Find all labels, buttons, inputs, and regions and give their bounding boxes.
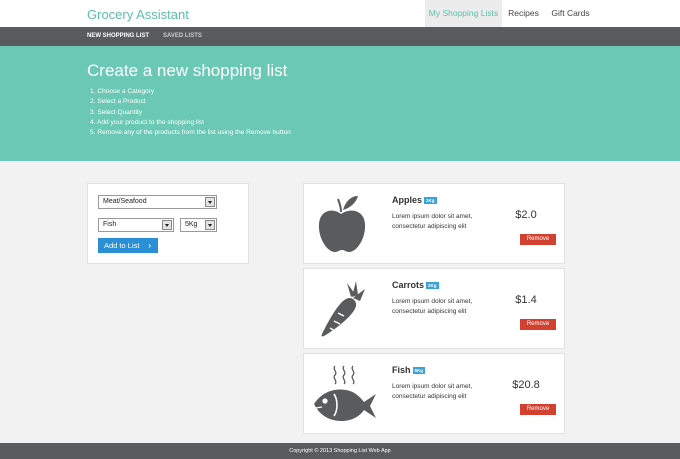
- instructions-list: 1. Choose a Category 2. Select a Product…: [90, 87, 291, 138]
- quantity-badge: 2Kg: [426, 282, 439, 289]
- add-to-list-label: Add to List: [104, 241, 140, 250]
- product-name: Carrots 2Kg: [392, 280, 439, 290]
- remove-button[interactable]: Remove: [520, 319, 556, 330]
- product-price: $20.8: [512, 379, 540, 391]
- nav-my-shopping-lists[interactable]: My Shopping Lists: [425, 0, 502, 27]
- nav-recipes[interactable]: Recipes: [505, 0, 542, 27]
- chevron-down-icon: [205, 220, 215, 230]
- chevron-down-icon: [205, 197, 215, 207]
- category-select-value: Meat/Seafood: [103, 198, 147, 205]
- hero-banner: Create a new shopping list 1. Choose a C…: [0, 46, 680, 161]
- instruction-step: 5. Remove any of the products from the l…: [90, 129, 291, 137]
- top-navbar: Grocery Assistant My Shopping Lists Reci…: [0, 0, 680, 27]
- category-select[interactable]: Meat/Seafood: [98, 195, 217, 209]
- add-to-list-button[interactable]: Add to List ›: [98, 238, 158, 253]
- tab-new-shopping-list[interactable]: NEW SHOPPING LIST: [87, 27, 149, 46]
- remove-button[interactable]: Remove: [520, 234, 556, 245]
- add-product-panel: Meat/Seafood Fish 5Kg Add to List ›: [87, 183, 249, 264]
- product-description: Lorem ipsum dolor sit amet, consectetur …: [392, 298, 473, 315]
- product-description: Lorem ipsum dolor sit amet, consectetur …: [392, 383, 473, 400]
- sub-navbar: NEW SHOPPING LIST SAVED LISTS: [0, 27, 680, 46]
- product-card-apples: Apples 2Kg Lorem ipsum dolor sit amet, co…: [303, 183, 565, 264]
- product-name: Apples 2Kg: [392, 195, 437, 205]
- nav-gift-cards[interactable]: Gift Cards: [548, 0, 593, 27]
- apple-icon: [318, 196, 366, 252]
- instruction-step: 3. Select Quantity: [90, 108, 143, 116]
- brand-logo[interactable]: Grocery Assistant: [87, 7, 189, 22]
- product-price: $1.4: [515, 294, 537, 306]
- page-title: Create a new shopping list: [87, 61, 288, 80]
- product-name-text: Apples: [392, 195, 423, 205]
- product-price: $2.0: [515, 209, 537, 221]
- chevron-right-icon: ›: [148, 241, 151, 250]
- product-card-carrots: Carrots 2Kg Lorem ipsum dolor sit amet, c…: [303, 268, 565, 349]
- product-select-value: Fish: [103, 221, 117, 228]
- product-card-fish: Fish 5Kg Lorem ipsum dolor sit amet, cons…: [303, 353, 565, 434]
- instruction-step: 4. Add your product to the shopping list: [90, 118, 204, 126]
- quantity-badge: 2Kg: [424, 197, 437, 204]
- footer: Copyright © 2013 Shopping List Web App: [0, 443, 680, 459]
- product-name-text: Carrots: [392, 280, 425, 290]
- quantity-badge: 5Kg: [412, 367, 426, 374]
- product-select[interactable]: Fish: [98, 218, 174, 232]
- product-description: Lorem ipsum dolor sit amet, consectetur …: [392, 213, 473, 230]
- remove-button[interactable]: Remove: [520, 404, 556, 415]
- instruction-step: 1. Choose a Category: [90, 88, 155, 95]
- instruction-step: 2. Select a Product: [90, 98, 146, 106]
- product-name-text: Fish: [392, 365, 411, 375]
- chevron-down-icon: [162, 220, 172, 230]
- quantity-select[interactable]: 5Kg: [180, 218, 217, 232]
- carrot-icon: [321, 281, 365, 337]
- quantity-select-value: 5Kg: [185, 221, 198, 228]
- product-name: Fish 5Kg: [392, 365, 426, 375]
- tab-saved-lists[interactable]: SAVED LISTS: [163, 27, 202, 46]
- fish-icon: [314, 365, 376, 421]
